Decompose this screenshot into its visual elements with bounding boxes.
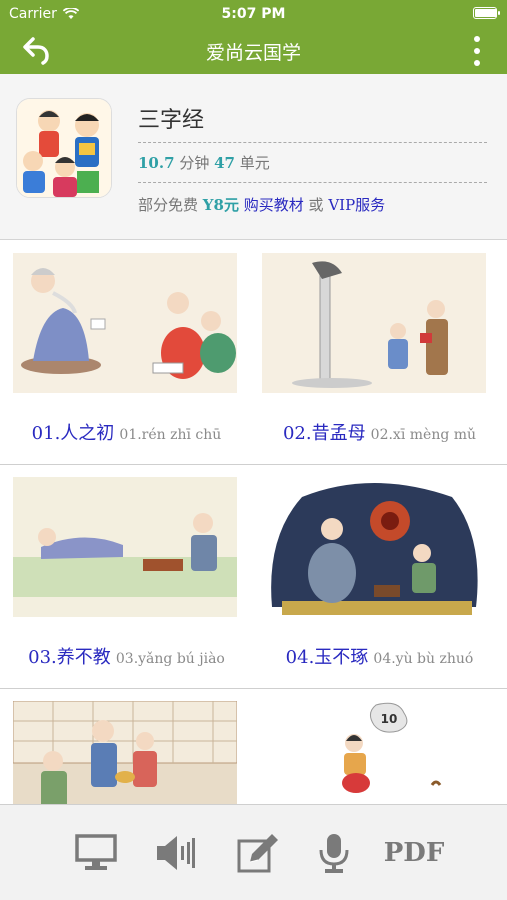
book-cover-image bbox=[16, 98, 112, 198]
book-stats: 10.7 分钟 47 单元 bbox=[138, 152, 270, 173]
more-button[interactable] bbox=[471, 36, 483, 66]
bottom-toolbar: PDF bbox=[0, 804, 507, 900]
lesson-row: 10 bbox=[0, 689, 507, 804]
lesson-item[interactable] bbox=[0, 689, 253, 804]
lesson-pinyin: 02.xī mèng mǔ bbox=[370, 427, 477, 443]
lesson-illustration bbox=[262, 477, 486, 617]
duration-unit: 分钟 bbox=[179, 154, 210, 172]
lesson-caption: 01.人之初 01.rén zhī chū bbox=[0, 419, 253, 445]
lesson-caption: 03.养不教 03.yǎng bú jiào bbox=[0, 643, 253, 669]
status-time: 5:07 PM bbox=[221, 6, 286, 22]
lesson-item[interactable]: 10 bbox=[253, 689, 506, 804]
duration-value: 10.7 bbox=[138, 154, 175, 172]
status-bar: Carrier 5:07 PM bbox=[0, 0, 507, 28]
lesson-item[interactable]: 01.人之初 01.rén zhī chū bbox=[0, 241, 253, 465]
tab-edit[interactable] bbox=[234, 831, 282, 875]
pdf-icon: PDF bbox=[383, 838, 445, 868]
lesson-item[interactable]: 03.养不教 03.yǎng bú jiào bbox=[0, 465, 253, 689]
unit-label: 单元 bbox=[239, 154, 270, 172]
lesson-pinyin: 03.yǎng bú jiào bbox=[115, 651, 225, 667]
lesson-pinyin: 04.yù bù zhuó bbox=[373, 651, 474, 667]
buy-textbook-link[interactable]: 购买教材 bbox=[244, 196, 304, 214]
lesson-title: 03.养不教 bbox=[28, 647, 111, 668]
price-label: Y8元 bbox=[202, 196, 239, 214]
lesson-row: 01.人之初 01.rén zhī chū 02.昔孟母 02.xī mèng … bbox=[0, 241, 507, 465]
page-title: 爱尚云国学 bbox=[205, 42, 301, 64]
lesson-item[interactable]: 04.玉不琢 04.yù bù zhuó bbox=[253, 465, 506, 689]
tab-audio[interactable] bbox=[150, 831, 198, 875]
book-title: 三字经 bbox=[138, 108, 205, 133]
lesson-title: 02.昔孟母 bbox=[282, 423, 366, 444]
tab-pdf[interactable]: PDF bbox=[383, 831, 445, 875]
divider bbox=[138, 142, 487, 143]
lesson-illustration bbox=[262, 253, 486, 393]
lesson-grid: 01.人之初 01.rén zhī chū 02.昔孟母 02.xī mèng … bbox=[0, 241, 507, 804]
lesson-illustration bbox=[13, 701, 237, 804]
edit-icon bbox=[237, 834, 278, 873]
purchase-info: 部分免费 Y8元 购买教材 或 VIP服务 bbox=[138, 194, 385, 215]
lesson-pinyin: 01.rén zhī chū bbox=[119, 427, 222, 443]
lesson-illustration: 10 bbox=[262, 701, 486, 804]
navigation-bar: 爱尚云国学 bbox=[0, 28, 507, 74]
or-label: 或 bbox=[308, 196, 324, 214]
tab-record[interactable] bbox=[310, 831, 358, 875]
lesson-caption: 04.玉不琢 04.yù bù zhuó bbox=[253, 643, 506, 669]
unit-count: 47 bbox=[214, 154, 235, 172]
lesson-caption: 02.昔孟母 02.xī mèng mǔ bbox=[253, 419, 506, 445]
lesson-title: 04.玉不琢 bbox=[285, 647, 369, 668]
monitor-icon bbox=[75, 834, 117, 870]
more-vertical-icon bbox=[474, 36, 480, 42]
tab-monitor[interactable] bbox=[72, 831, 120, 875]
speaker-icon bbox=[157, 836, 195, 870]
lesson-illustration bbox=[13, 477, 237, 617]
free-label: 部分免费 bbox=[138, 196, 199, 214]
divider bbox=[138, 182, 487, 183]
lesson-title: 01.人之初 bbox=[31, 423, 115, 444]
lesson-row: 03.养不教 03.yǎng bú jiào 04.玉不琢 04.yù bù z… bbox=[0, 465, 507, 689]
lesson-item[interactable]: 02.昔孟母 02.xī mèng mǔ bbox=[253, 241, 506, 465]
battery-icon bbox=[473, 7, 500, 19]
microphone-icon bbox=[319, 834, 349, 873]
lesson-illustration bbox=[13, 253, 237, 393]
vip-service-link[interactable]: VIP服务 bbox=[328, 196, 385, 214]
book-header: 三字经 10.7 分钟 47 单元 部分免费 Y8元 购买教材 或 VIP服务 bbox=[0, 74, 507, 240]
illustration-badge: 10 bbox=[381, 712, 398, 726]
